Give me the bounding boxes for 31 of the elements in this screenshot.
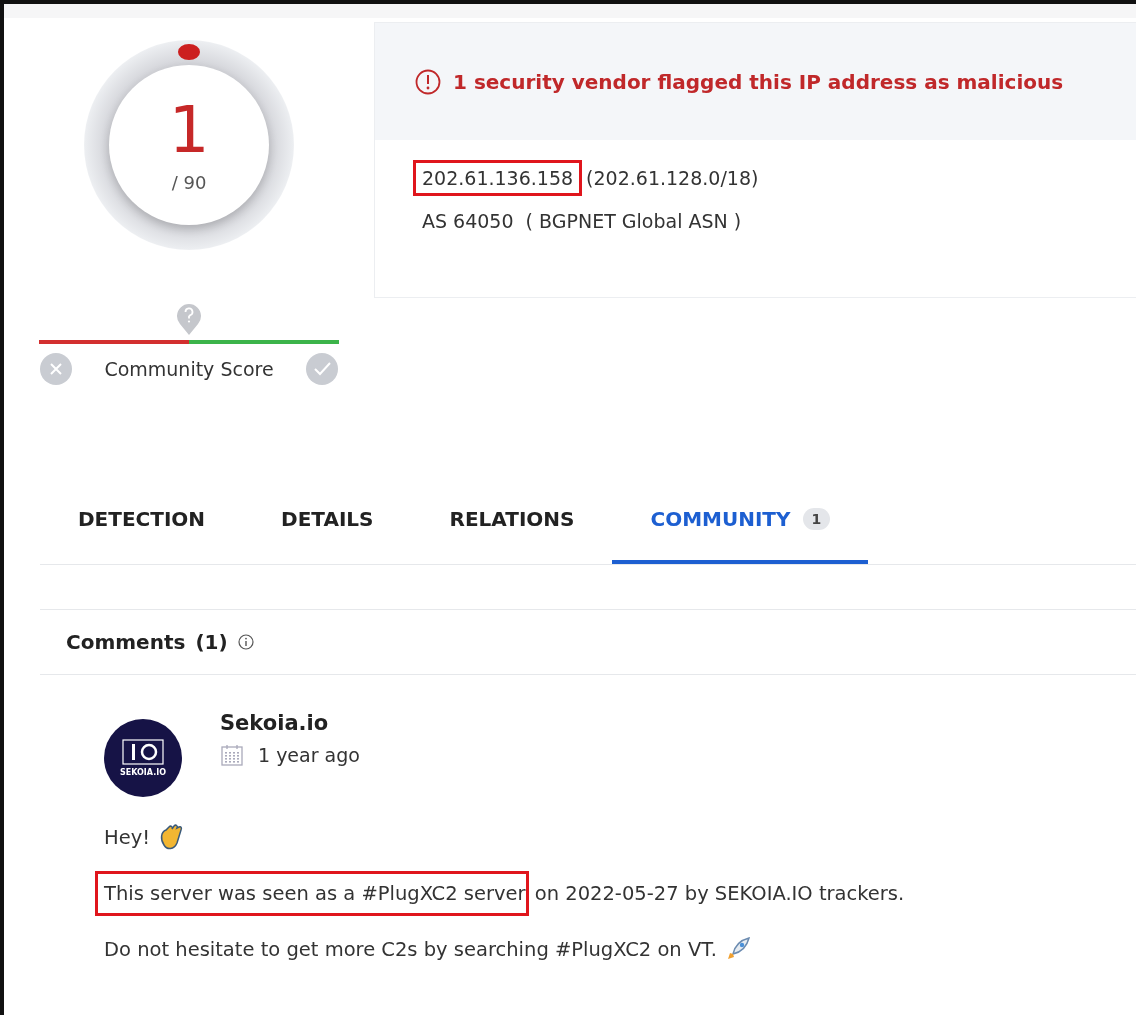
rocket-icon <box>725 936 751 962</box>
author-name[interactable]: Sekoia.io <box>220 711 360 735</box>
check-icon[interactable] <box>305 352 339 386</box>
community-score-label: Community Score <box>104 358 274 380</box>
comments-count: (1) <box>195 630 228 654</box>
tab[interactable]: COMMUNITY 1 <box>612 478 869 564</box>
avatar-text: SEKOIA.IO <box>120 768 166 777</box>
info-icon[interactable] <box>237 634 254 650</box>
alert-icon <box>415 68 441 95</box>
comment-text: Do not hesitate to get more C2s by searching #PlugXC2 on VT. <box>104 937 717 961</box>
ip-address: 202.61.136.158 <box>413 160 583 196</box>
question-icon <box>176 302 202 336</box>
highlighted-text: This server was seen as a #PlugXC2 server <box>95 871 529 916</box>
comment-text: on 2022-05-27 by SEKOIA.IO trackers. <box>533 882 905 905</box>
alert-message: 1 security vendor flagged this IP address as malicious <box>453 69 1064 94</box>
tab[interactable]: RELATIONS <box>411 478 613 564</box>
count-badge: 1 <box>802 508 831 530</box>
comment-time: 1 year ago <box>258 744 360 766</box>
comment-text: Hey! <box>104 825 151 849</box>
calendar-icon <box>220 743 244 767</box>
detection-count: 1 <box>168 97 210 162</box>
detection-total: / 90 <box>171 171 207 193</box>
tab[interactable]: DETAILS <box>243 478 412 564</box>
comments-title: Comments <box>66 630 186 654</box>
close-icon[interactable] <box>39 352 73 386</box>
tab[interactable]: DETECTION <box>40 478 244 564</box>
gauge-marker <box>178 44 200 60</box>
waving-hand-icon <box>158 823 185 851</box>
asn-text: AS 64050 ( BGPNET Global ASN ) <box>421 210 743 232</box>
logo-icon <box>122 739 164 765</box>
ip-range: (202.61.128.0/18) <box>586 167 759 189</box>
